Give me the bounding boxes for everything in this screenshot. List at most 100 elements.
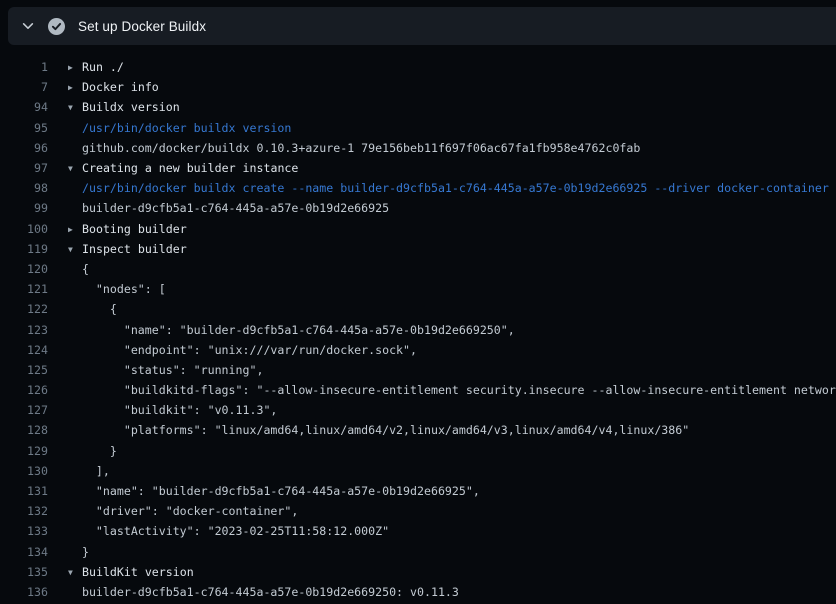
check-circle-icon (48, 18, 65, 35)
line-number[interactable]: 121 (0, 282, 48, 296)
triangle-expanded-icon[interactable]: ▼ (68, 245, 82, 254)
line-number[interactable]: 135 (0, 565, 48, 579)
group-row-content[interactable]: ▼Inspect builder (68, 242, 187, 256)
line-number[interactable]: 99 (0, 201, 48, 215)
log-line: 130 ], (0, 461, 836, 481)
output-text: ], (68, 464, 110, 478)
step-title: Set up Docker Buildx (78, 19, 206, 34)
line-number[interactable]: 7 (0, 80, 48, 94)
line-number[interactable]: 120 (0, 262, 48, 276)
line-number[interactable]: 127 (0, 403, 48, 417)
line-number[interactable]: 97 (0, 161, 48, 175)
line-number[interactable]: 129 (0, 444, 48, 458)
line-number[interactable]: 124 (0, 343, 48, 357)
log-line: 129 } (0, 441, 836, 461)
line-number[interactable]: 131 (0, 484, 48, 498)
line-number[interactable]: 100 (0, 222, 48, 236)
log-line: 127 "buildkit": "v0.11.3", (0, 400, 836, 420)
output-text: "name": "builder-d9cfb5a1-c764-445a-a57e… (68, 323, 515, 337)
group-title[interactable]: Booting builder (82, 222, 187, 236)
log-line[interactable]: 94 ▼Buildx version (0, 97, 836, 117)
command-text: /usr/bin/docker buildx version (68, 121, 291, 135)
group-title[interactable]: Buildx version (82, 100, 180, 114)
line-number[interactable]: 130 (0, 464, 48, 478)
output-text: } (68, 444, 117, 458)
log-line: 134 } (0, 542, 836, 562)
group-row-content[interactable]: ▼BuildKit version (68, 565, 194, 579)
triangle-collapsed-icon[interactable]: ▶ (68, 83, 82, 92)
command-text: /usr/bin/docker buildx create --name bui… (68, 181, 829, 195)
group-title[interactable]: Docker info (82, 80, 159, 94)
triangle-collapsed-icon[interactable]: ▶ (68, 225, 82, 234)
log-line: 121 "nodes": [ (0, 279, 836, 299)
line-number[interactable]: 119 (0, 242, 48, 256)
output-text: "buildkit": "v0.11.3", (68, 403, 277, 417)
group-title[interactable]: Creating a new builder instance (82, 161, 298, 175)
output-text: "endpoint": "unix:///var/run/docker.sock… (68, 343, 417, 357)
group-row-content[interactable]: ▶Booting builder (68, 222, 187, 236)
output-text: "buildkitd-flags": "--allow-insecure-ent… (68, 383, 836, 397)
group-row-content[interactable]: ▶Run ./ (68, 60, 124, 74)
group-title[interactable]: BuildKit version (82, 565, 194, 579)
log-line: 120 { (0, 259, 836, 279)
group-row-content[interactable]: ▶Docker info (68, 80, 159, 94)
log-line[interactable]: 135 ▼BuildKit version (0, 562, 836, 582)
log-line: 123 "name": "builder-d9cfb5a1-c764-445a-… (0, 319, 836, 339)
group-title[interactable]: Run ./ (82, 60, 124, 74)
log-line[interactable]: 97 ▼Creating a new builder instance (0, 158, 836, 178)
log-line: 99 builder-d9cfb5a1-c764-445a-a57e-0b19d… (0, 198, 836, 218)
log-line: 98 /usr/bin/docker buildx create --name … (0, 178, 836, 198)
output-text: "platforms": "linux/amd64,linux/amd64/v2… (68, 423, 689, 437)
triangle-expanded-icon[interactable]: ▼ (68, 164, 82, 173)
log-line: 124 "endpoint": "unix:///var/run/docker.… (0, 340, 836, 360)
line-number[interactable]: 126 (0, 383, 48, 397)
log-line[interactable]: 7 ▶Docker info (0, 77, 836, 97)
log-line: 126 "buildkitd-flags": "--allow-insecure… (0, 380, 836, 400)
chevron-down-icon[interactable] (20, 18, 36, 34)
line-number[interactable]: 128 (0, 423, 48, 437)
line-number[interactable]: 136 (0, 585, 48, 599)
log-line: 125 "status": "running", (0, 360, 836, 380)
output-text: "name": "builder-d9cfb5a1-c764-445a-a57e… (68, 484, 480, 498)
output-text: "driver": "docker-container", (68, 504, 298, 518)
log-line: 131 "name": "builder-d9cfb5a1-c764-445a-… (0, 481, 836, 501)
triangle-expanded-icon[interactable]: ▼ (68, 568, 82, 577)
line-number[interactable]: 123 (0, 323, 48, 337)
log-line[interactable]: 100 ▶Booting builder (0, 219, 836, 239)
line-number[interactable]: 132 (0, 504, 48, 518)
triangle-collapsed-icon[interactable]: ▶ (68, 63, 82, 72)
log-viewer: 1▶Run ./7▶Docker info94▼Buildx version95… (0, 45, 836, 602)
output-text: github.com/docker/buildx 0.10.3+azure-1 … (68, 141, 640, 155)
log-line[interactable]: 1 ▶Run ./ (0, 57, 836, 77)
log-line: 133 "lastActivity": "2023-02-25T11:58:12… (0, 521, 836, 541)
step-header-bar[interactable]: Set up Docker Buildx (8, 7, 836, 45)
output-text: { (68, 262, 89, 276)
group-title[interactable]: Inspect builder (82, 242, 187, 256)
group-row-content[interactable]: ▼Buildx version (68, 100, 180, 114)
log-line: 96 github.com/docker/buildx 0.10.3+azure… (0, 138, 836, 158)
log-line: 136 builder-d9cfb5a1-c764-445a-a57e-0b19… (0, 582, 836, 602)
group-row-content[interactable]: ▼Creating a new builder instance (68, 161, 298, 175)
output-text: builder-d9cfb5a1-c764-445a-a57e-0b19d2e6… (68, 585, 459, 599)
line-number[interactable]: 125 (0, 363, 48, 377)
line-number[interactable]: 134 (0, 545, 48, 559)
line-number[interactable]: 98 (0, 181, 48, 195)
log-line[interactable]: 119 ▼Inspect builder (0, 239, 836, 259)
log-line: 128 "platforms": "linux/amd64,linux/amd6… (0, 420, 836, 440)
line-number[interactable]: 95 (0, 121, 48, 135)
output-text: builder-d9cfb5a1-c764-445a-a57e-0b19d2e6… (68, 201, 389, 215)
line-number[interactable]: 94 (0, 100, 48, 114)
output-text: "status": "running", (68, 363, 263, 377)
log-line: 132 "driver": "docker-container", (0, 501, 836, 521)
output-text: } (68, 545, 89, 559)
line-number[interactable]: 133 (0, 524, 48, 538)
line-number[interactable]: 1 (0, 60, 48, 74)
log-line: 122 { (0, 299, 836, 319)
log-line: 95 /usr/bin/docker buildx version (0, 118, 836, 138)
line-number[interactable]: 96 (0, 141, 48, 155)
triangle-expanded-icon[interactable]: ▼ (68, 103, 82, 112)
output-text: "lastActivity": "2023-02-25T11:58:12.000… (68, 524, 389, 538)
output-text: "nodes": [ (68, 282, 166, 296)
output-text: { (68, 302, 117, 316)
line-number[interactable]: 122 (0, 302, 48, 316)
